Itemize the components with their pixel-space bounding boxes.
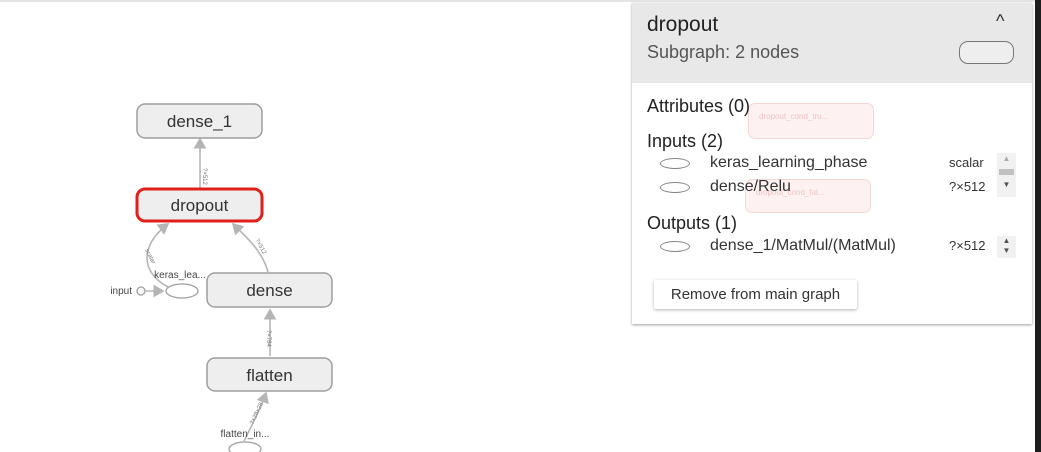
- node-input[interactable]: input: [110, 286, 146, 297]
- outputs-scrollbar[interactable]: ▲ ▼: [997, 236, 1016, 258]
- collapse-chevron-icon[interactable]: ^: [996, 11, 1004, 32]
- node-dense[interactable]: dense: [206, 272, 333, 308]
- input-ellipse-icon: [660, 182, 690, 193]
- node-color-swatch: [959, 41, 1014, 64]
- panel-subtitle: Subgraph: 2 nodes: [647, 42, 800, 62]
- output-ellipse-icon: [660, 241, 690, 252]
- node-dense-label: dense: [246, 281, 292, 300]
- input-ellipse-icon: [660, 158, 690, 169]
- edge-label-flatteninput-flatten: ?×28×28: [249, 401, 265, 426]
- node-dense_1-label: dense_1: [167, 112, 232, 131]
- ghost-node-cond-true: dropout_cond_tru...: [748, 103, 874, 139]
- scroll-thumb[interactable]: [999, 169, 1014, 175]
- input-name: dense/Relu: [710, 178, 791, 195]
- node-keras-learning-label: keras_lea...: [154, 270, 206, 281]
- outputs-title: Outputs (1): [647, 213, 738, 233]
- scroll-up-arrow-icon[interactable]: ▲: [997, 153, 1016, 165]
- input-row[interactable]: dense/Relu ?×512: [660, 178, 1020, 200]
- node-flatten-input-label: flatten_in...: [221, 429, 270, 440]
- scroll-down-arrow-icon[interactable]: ▼: [997, 246, 1016, 256]
- input-name: keras_learning_phase: [710, 154, 868, 171]
- scroll-up-arrow-icon[interactable]: ▲: [997, 236, 1016, 246]
- node-info-panel: dropout Subgraph: 2 nodes ^ dropout_cond…: [632, 3, 1032, 324]
- input-shape: ?×512: [949, 179, 986, 194]
- output-name: dense_1/MatMul/(MatMul): [710, 237, 896, 254]
- node-dropout-label: dropout: [171, 196, 229, 215]
- node-input-label: input: [110, 286, 132, 297]
- inputs-scrollbar[interactable]: ▲ ▼: [997, 153, 1016, 197]
- window-right-edge: [1035, 0, 1041, 452]
- panel-header: dropout Subgraph: 2 nodes ^: [632, 3, 1032, 83]
- node-dropout[interactable]: dropout: [135, 187, 264, 223]
- edge-label-dropout-dense_1: ?×512: [201, 168, 207, 186]
- edge-label-keras-dropout: scalar: [143, 248, 156, 265]
- node-flatten[interactable]: flatten: [206, 357, 333, 392]
- inputs-title: Inputs (2): [647, 131, 724, 151]
- output-shape: ?×512: [949, 238, 986, 253]
- ghost-node-cond-true-label: dropout_cond_tru...: [759, 112, 829, 121]
- output-row[interactable]: dense_1/MatMul/(MatMul) ?×512: [660, 237, 1020, 259]
- attributes-title: Attributes (0): [647, 96, 751, 116]
- edge-label-flatten-dense: ?×784: [265, 330, 271, 348]
- input-row[interactable]: keras_learning_phase scalar: [660, 154, 1020, 176]
- scroll-down-arrow-icon[interactable]: ▼: [997, 179, 1016, 191]
- node-dense_1[interactable]: dense_1: [136, 103, 263, 139]
- remove-from-main-graph-button[interactable]: Remove from main graph: [654, 280, 857, 309]
- node-flatten-label: flatten: [246, 366, 292, 385]
- panel-title: dropout: [647, 13, 719, 36]
- input-shape: scalar: [949, 155, 984, 170]
